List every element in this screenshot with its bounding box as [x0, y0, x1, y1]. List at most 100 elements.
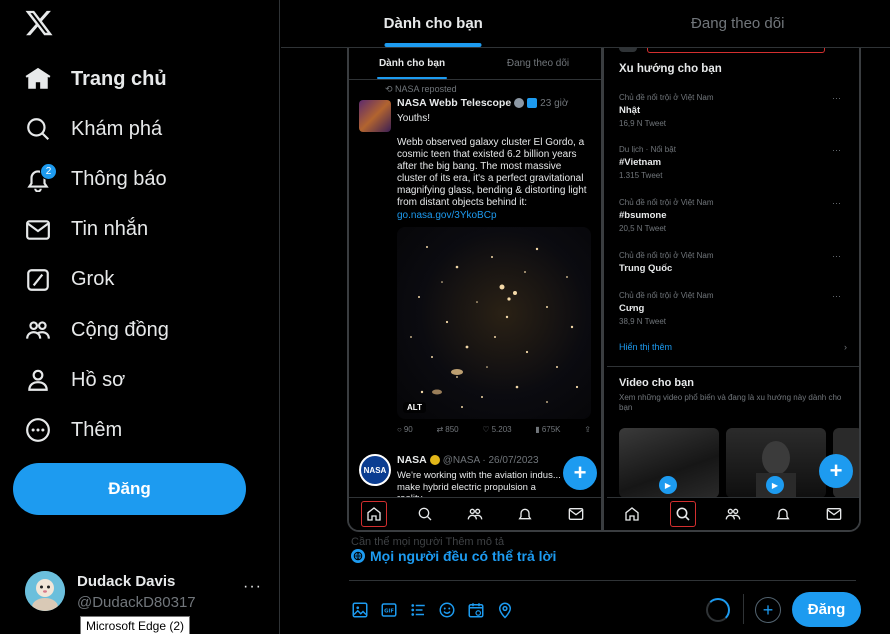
trend-name: Trung Quốc	[619, 263, 673, 274]
embedded-bottom-nav	[349, 497, 601, 530]
more-circle-icon	[24, 416, 52, 444]
trend-count: 1.315 Tweet	[619, 171, 663, 180]
repost-count: 850	[445, 425, 459, 434]
more-icon: ···	[832, 145, 841, 155]
video-thumbnail: ▶	[619, 428, 719, 498]
nav-label: Khám phá	[71, 117, 163, 140]
nav-home[interactable]: Trang chủ	[14, 54, 169, 104]
communities-icon	[24, 316, 52, 344]
primary-nav: Trang chủ Khám phá 2 Thông báo Tin nhắn	[14, 54, 169, 456]
trend-count: 38,9 N Tweet	[619, 317, 666, 326]
home-icon	[361, 501, 388, 527]
trend-item: Du lịch · Nổi bật #Vietnam 1.315 Tweet ·…	[619, 145, 851, 180]
trend-category: Du lịch · Nổi bật	[619, 145, 676, 154]
repost-label: ⟲ NASA reposted	[385, 84, 599, 95]
embedded-tabs: Dành cho bạn Đang theo dõi	[349, 48, 601, 80]
views-action: ▮ 675K	[535, 425, 561, 434]
nav-label: Hồ sơ	[71, 368, 126, 391]
play-icon: ▶	[766, 476, 784, 494]
nasa-avatar: NASA	[359, 454, 391, 486]
nav-notifications[interactable]: 2 Thông báo	[14, 154, 169, 204]
video-section-title: Video cho bạn	[619, 377, 694, 389]
bell-icon	[770, 501, 796, 527]
compose-fab: +	[563, 456, 597, 490]
nav-profile[interactable]: Hồ sơ	[14, 355, 169, 405]
embedded-tweet: ⟲ NASA reposted NASA Webb Telescope 23 g…	[359, 84, 599, 434]
embedded-tab-following: Đang theo dõi	[506, 58, 570, 69]
avatar	[619, 48, 637, 52]
avatar	[25, 571, 65, 611]
divider	[607, 366, 859, 367]
emoji-icon[interactable]	[432, 595, 461, 624]
reply-settings-button[interactable]: Mọi người đều có thể trả lời	[351, 548, 556, 564]
post-submit-button[interactable]: Đăng	[792, 592, 861, 627]
poll-icon[interactable]	[403, 595, 432, 624]
taskbar-tooltip: Microsoft Edge (2)	[80, 616, 191, 634]
account-handle: @DudackD80317	[77, 594, 196, 611]
add-thread-button[interactable]: +	[755, 597, 781, 623]
trend-name: Cưng	[619, 303, 645, 314]
attached-image[interactable]: Dành cho bạn Đang theo dõi ⟲ NASA repost…	[347, 48, 861, 532]
gif-icon[interactable]: GIF	[374, 595, 403, 624]
repost-action: ⇄ 850	[436, 425, 459, 434]
nav-explore[interactable]: Khám phá	[14, 104, 169, 154]
share-icon: ⇪	[584, 425, 591, 434]
tweet-link: go.nasa.gov/3YkoBCp	[397, 210, 497, 221]
like-count: 5.203	[491, 425, 512, 434]
timeline-tabs: Dành cho bạn Đang theo dõi	[281, 0, 890, 48]
image-options-text: Cần thể mọi người Thêm mô tả	[351, 536, 505, 548]
main-column: Dành cho bạn Đang theo dõi Dành cho bạn …	[281, 0, 890, 634]
search-highlight	[647, 48, 825, 53]
verified-icon	[514, 98, 525, 108]
image-icon[interactable]	[345, 595, 374, 624]
tweet-author: NASA Webb Telescope	[397, 97, 512, 109]
account-more-icon[interactable]: ···	[243, 578, 262, 596]
galaxy-image: ALT	[397, 227, 591, 419]
home-icon	[24, 65, 52, 93]
account-name: Dudack Davis	[77, 573, 176, 590]
post-button[interactable]: Đăng	[13, 463, 246, 515]
divider	[349, 580, 856, 581]
trend-item: Chủ đề nổi trội ở Việt Nam #bsumone 20,5…	[619, 198, 851, 233]
tweet-actions: ○ 90 ⇄ 850 ♡ 5.203 ▮ 675K ⇪	[397, 425, 591, 434]
nav-label: Thông báo	[71, 167, 167, 190]
trend-category: Chủ đề nổi trội ở Việt Nam	[619, 93, 714, 102]
nav-messages[interactable]: Tin nhắn	[14, 205, 169, 255]
mail-icon	[563, 501, 589, 527]
tab-following[interactable]: Đang theo dõi	[586, 0, 890, 47]
tab-label: Đang theo dõi	[691, 15, 785, 32]
bell-icon: 2	[24, 163, 57, 193]
embedded-explore-screen: Xu hướng cho bạn Chủ đề nổi trội ở Việt …	[607, 48, 859, 530]
nav-label: Cộng đồng	[71, 318, 169, 341]
character-counter	[706, 598, 730, 622]
mail-icon	[821, 501, 847, 527]
tweet-text: Youths! Webb observed galaxy cluster El …	[397, 113, 587, 208]
trend-item: Chủ đề nổi trội ở Việt Nam Cưng 38,9 N T…	[619, 291, 851, 326]
search-icon	[669, 501, 696, 527]
more-icon: ···	[832, 93, 841, 103]
reply-settings-label: Mọi người đều có thể trả lời	[370, 548, 557, 564]
repost-text: NASA reposted	[395, 84, 457, 94]
active-tab-indicator	[384, 43, 482, 47]
tab-for-you[interactable]: Dành cho bạn	[281, 0, 586, 47]
trend-count: 16,9 N Tweet	[619, 119, 666, 128]
repost-icon: ⟲	[385, 84, 396, 94]
x-logo-icon[interactable]	[24, 8, 54, 38]
video-section-subtitle: Xem những video phổ biến và đang là xu h…	[619, 393, 842, 412]
trend-count: 20,5 N Tweet	[619, 224, 666, 233]
tweet-time: 23 giờ	[540, 97, 569, 109]
tweet-header: NASA Webb Telescope 23 giờ	[397, 97, 599, 109]
nav-grok[interactable]: Grok	[14, 255, 169, 305]
reply-count: 90	[403, 425, 413, 434]
trend-item: Chủ đề nổi trội ở Việt Nam Nhật 16,9 N T…	[619, 93, 851, 128]
location-icon[interactable]	[490, 595, 519, 624]
reply-action: ○ 90	[397, 425, 413, 434]
nav-more[interactable]: Thêm	[14, 405, 169, 455]
more-icon: ···	[832, 198, 841, 208]
nav-communities[interactable]: Cộng đồng	[14, 305, 169, 355]
play-icon: ▶	[659, 476, 677, 494]
account-switcher[interactable]: Dudack Davis @DudackD80317 ···	[25, 570, 270, 614]
galaxy-stars	[410, 246, 579, 408]
divider	[743, 594, 744, 624]
schedule-icon[interactable]	[461, 595, 490, 624]
